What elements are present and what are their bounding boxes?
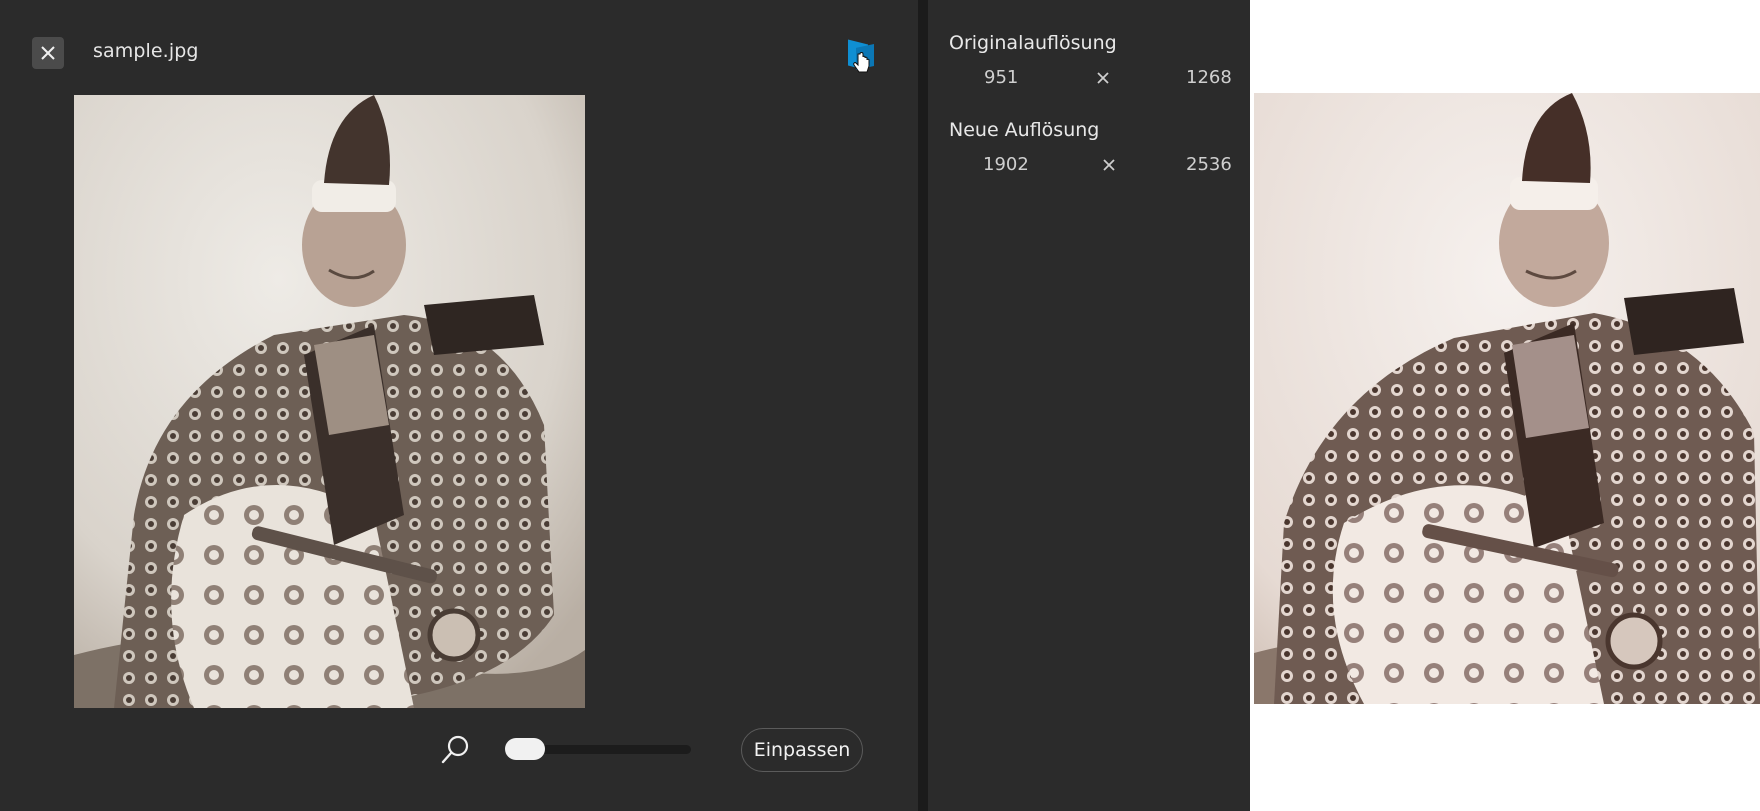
close-button[interactable] [32, 37, 64, 69]
search-icon[interactable] [440, 734, 470, 764]
original-image [74, 95, 585, 708]
zoom-slider[interactable] [505, 738, 691, 760]
original-width: 951 [984, 67, 1019, 88]
upscaled-image [1254, 93, 1760, 704]
new-width: 1902 [983, 154, 1029, 175]
zoom-slider-thumb[interactable] [505, 738, 545, 760]
new-resolution-title: Neue Auflösung [949, 119, 1100, 141]
multiply-icon [1103, 159, 1115, 171]
new-height: 2536 [1186, 154, 1232, 175]
close-icon [41, 46, 55, 60]
hand-cursor-icon [853, 52, 870, 73]
panel-divider[interactable] [918, 0, 928, 811]
file-name: sample.jpg [93, 40, 199, 62]
original-resolution-title: Originalauflösung [949, 32, 1117, 54]
original-height: 1268 [1186, 67, 1232, 88]
multiply-icon [1097, 72, 1109, 84]
fit-button[interactable]: Einpassen [741, 728, 863, 772]
